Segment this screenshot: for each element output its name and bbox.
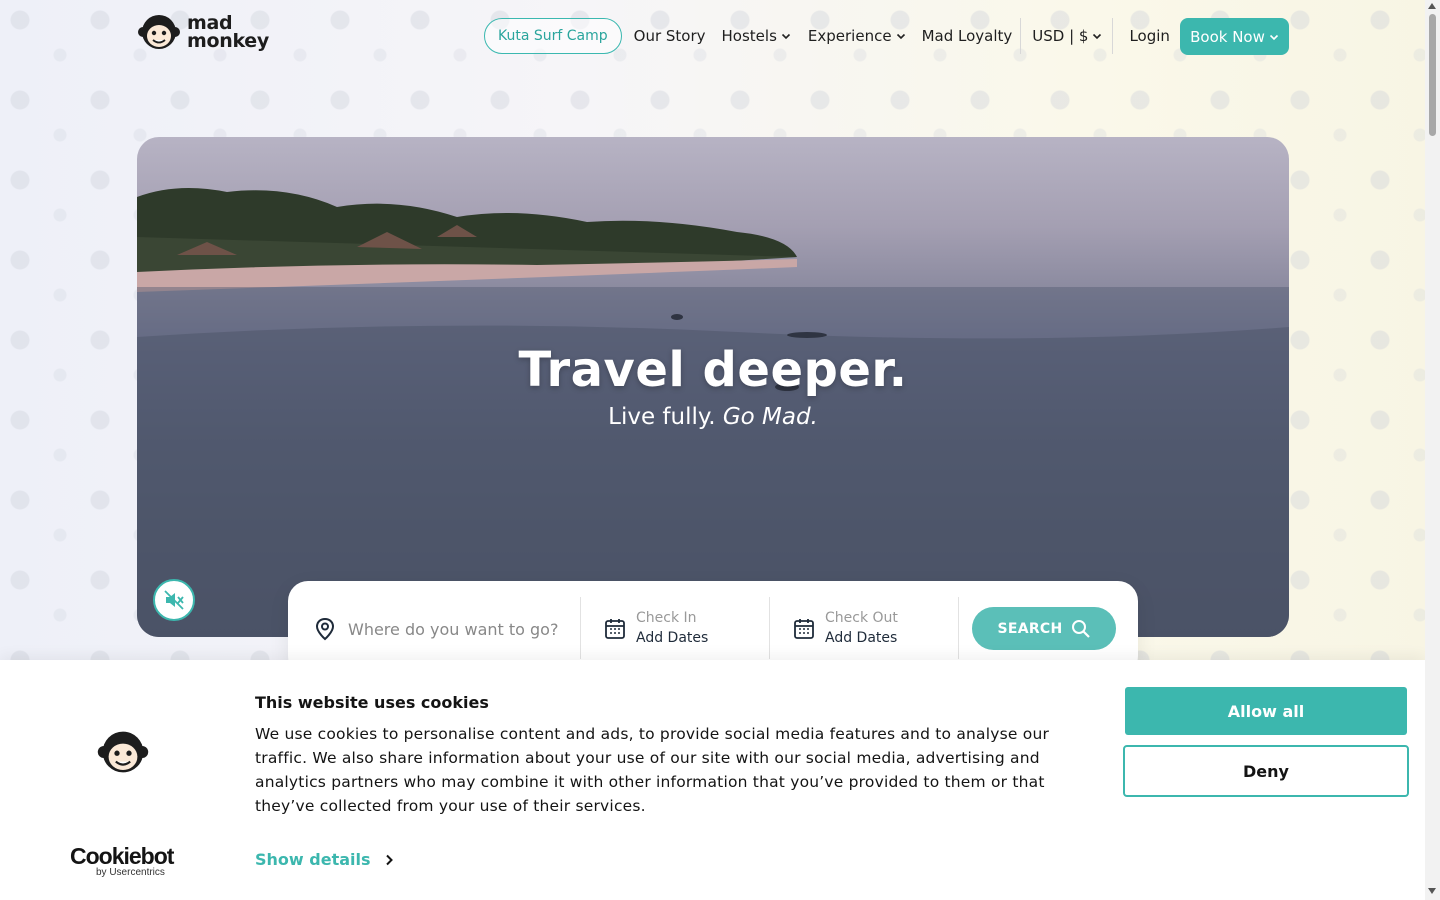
login-label: Login (1129, 27, 1170, 45)
show-details-label: Show details (255, 850, 371, 869)
cookie-title: This website uses cookies (255, 693, 489, 712)
currency-label: USD | $ (1032, 27, 1089, 45)
scroll-up-arrow[interactable] (1428, 3, 1436, 9)
show-details-link[interactable]: Show details (255, 850, 393, 869)
brand-line2: monkey (187, 30, 269, 52)
check-in-label: Check In (636, 610, 697, 626)
scroll-down-arrow[interactable] (1428, 888, 1436, 894)
monkey-logo-icon (97, 731, 149, 773)
cookiebot-logo-main: Cookiebot (70, 843, 174, 869)
calendar-icon (794, 619, 814, 639)
check-out-label: Check Out (825, 610, 898, 626)
brand-logo[interactable]: mad monkey (137, 12, 269, 52)
site-header: mad monkey Kuta Surf Camp Our Story Host… (0, 0, 1425, 72)
mute-icon (164, 590, 184, 610)
search-icon (1071, 619, 1090, 638)
nav-mad-loyalty[interactable]: Mad Loyalty (922, 18, 1013, 54)
hero-video: Travel deeper. Live fully. Go Mad. (137, 137, 1289, 637)
nav-divider (1112, 18, 1114, 54)
mute-button[interactable] (153, 579, 195, 621)
page-scrollbar[interactable] (1425, 0, 1440, 900)
calendar-icon (605, 619, 625, 639)
book-now-label: Book Now (1190, 27, 1265, 46)
check-out-value: Add Dates (825, 630, 898, 646)
field-divider (769, 597, 770, 659)
chevron-down-icon (896, 33, 905, 40)
nav-hostels-label: Hostels (721, 27, 777, 45)
nav-our-story-label: Our Story (633, 27, 706, 45)
destination-field[interactable]: Where do you want to go? (314, 617, 558, 641)
cookie-description: We use cookies to personalise content an… (255, 725, 1050, 815)
main-nav: Kuta Surf Camp Our Story Hostels Experie… (484, 18, 1170, 54)
nav-experience-label: Experience (807, 27, 892, 45)
search-button-label: SEARCH (997, 620, 1063, 637)
nav-hostels[interactable]: Hostels (722, 18, 791, 54)
hero-subtitle-italic: Go Mad. (722, 404, 818, 430)
check-in-field[interactable]: Check In Add Dates (604, 609, 708, 649)
hero-subtitle-plain: Live fully. (608, 404, 716, 430)
destination-placeholder: Where do you want to go? (348, 619, 559, 639)
chevron-down-icon (781, 33, 790, 40)
scroll-thumb[interactable] (1429, 14, 1436, 136)
chevron-down-icon (1093, 33, 1102, 40)
deny-button[interactable]: Deny (1123, 745, 1409, 797)
kuta-surf-camp-link[interactable]: Kuta Surf Camp (484, 18, 622, 54)
check-in-value: Add Dates (636, 630, 709, 646)
field-divider (958, 597, 959, 659)
book-now-button[interactable]: Book Now (1180, 18, 1289, 55)
hero-title: Travel deeper. (518, 342, 908, 398)
hero-subtitle: Live fully. Go Mad. (137, 404, 1289, 430)
nav-our-story[interactable]: Our Story (634, 18, 706, 54)
monkey-logo-icon (138, 15, 180, 49)
nav-divider (1020, 18, 1022, 54)
nav-mad-loyalty-label: Mad Loyalty (921, 27, 1013, 45)
location-pin-icon (315, 617, 335, 641)
search-button[interactable]: SEARCH (972, 607, 1116, 650)
login-link[interactable]: Login (1129, 18, 1169, 54)
cookiebot-logo[interactable]: Cookiebot by Usercentrics (70, 843, 174, 879)
field-divider (580, 597, 581, 659)
chevron-down-icon (1269, 34, 1278, 40)
nav-experience[interactable]: Experience (808, 18, 906, 54)
check-out-field[interactable]: Check Out Add Dates (793, 609, 898, 649)
cookie-consent-banner: Cookiebot by Usercentrics This website u… (0, 660, 1425, 900)
allow-all-button[interactable]: Allow all (1125, 687, 1407, 735)
chevron-right-icon (385, 854, 393, 865)
currency-selector[interactable]: USD | $ (1032, 18, 1102, 54)
cookiebot-logo-sub: by Usercentrics (96, 867, 165, 878)
